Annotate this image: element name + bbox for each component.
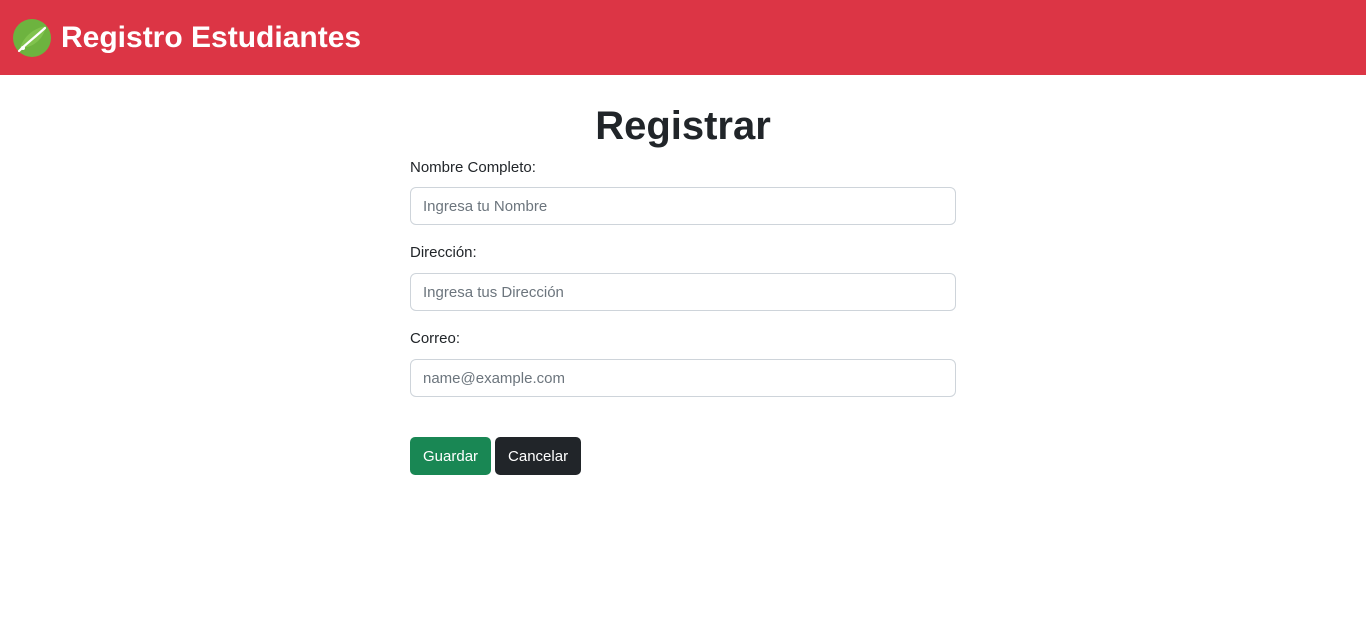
address-label: Dirección:: [410, 244, 477, 261]
name-input[interactable]: [410, 187, 956, 225]
name-label: Nombre Completo:: [410, 159, 536, 176]
address-field-group: Dirección:: [410, 243, 956, 311]
navbar-brand[interactable]: Registro Estudiantes: [12, 18, 361, 58]
email-input[interactable]: [410, 359, 956, 397]
page-title: Registrar: [595, 104, 771, 148]
email-label: Correo:: [410, 330, 461, 347]
address-input[interactable]: [410, 273, 956, 311]
register-form-container: Registrar Nombre Completo: Dirección: Co…: [410, 75, 956, 475]
cancel-button[interactable]: Cancelar: [495, 437, 582, 475]
form-actions: Guardar Cancelar: [410, 437, 956, 475]
brand-title: Registro Estudiantes: [61, 20, 362, 54]
name-field-group: Nombre Completo:: [410, 158, 956, 225]
leaf-logo-icon: [13, 18, 51, 57]
email-field-group: Correo:: [410, 329, 956, 397]
navbar: Registro Estudiantes: [0, 0, 1366, 75]
save-button[interactable]: Guardar: [410, 437, 492, 475]
